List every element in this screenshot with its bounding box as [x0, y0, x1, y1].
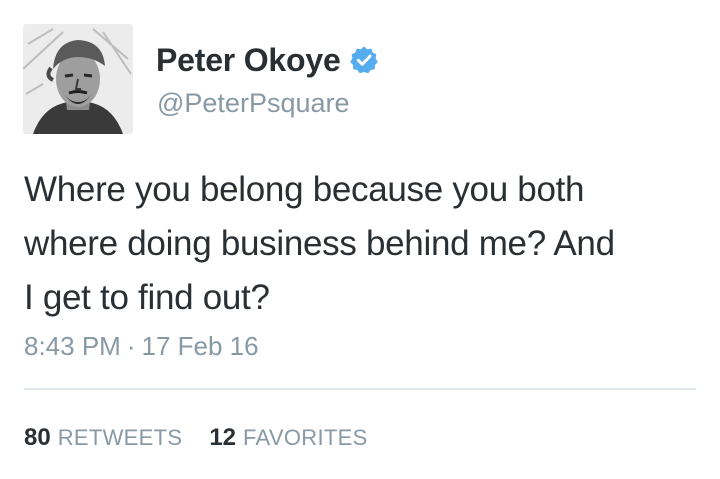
retweets-count: 80: [24, 424, 51, 451]
tweet-timestamp[interactable]: 8:43 PM · 17 Feb 16: [24, 331, 259, 362]
timestamp-separator: ·: [126, 331, 136, 361]
verified-badge-icon: [349, 45, 379, 75]
tweet-date: 17 Feb 16: [141, 331, 259, 361]
avatar-portrait-icon: [23, 24, 133, 134]
retweets-label: RETWEETS: [57, 425, 183, 450]
tweet-text-line: Where you belong because you both: [24, 170, 585, 209]
tweet-time: 8:43 PM: [24, 331, 121, 361]
retweets-stat[interactable]: 80 RETWEETS: [24, 424, 182, 452]
tweet-text: Where you belong because you both where …: [24, 163, 704, 325]
tweet-card: Peter Okoye @PeterPsquare Where you belo…: [0, 0, 720, 479]
favorites-stat[interactable]: 12 FAVORITES: [209, 424, 367, 452]
author-name-row[interactable]: Peter Okoye: [156, 40, 379, 80]
tweet-stats: 80 RETWEETS 12 FAVORITES: [24, 424, 395, 452]
favorites-count: 12: [209, 424, 237, 451]
favorites-label: FAVORITES: [243, 425, 368, 450]
avatar[interactable]: [23, 24, 133, 134]
tweet-text-line: where doing business behind me? And: [24, 224, 615, 263]
author-handle[interactable]: @PeterPsquare: [157, 88, 350, 119]
tweet-text-line: I get to find out?: [24, 278, 270, 317]
author-display-name[interactable]: Peter Okoye: [156, 42, 341, 79]
divider: [24, 388, 696, 390]
